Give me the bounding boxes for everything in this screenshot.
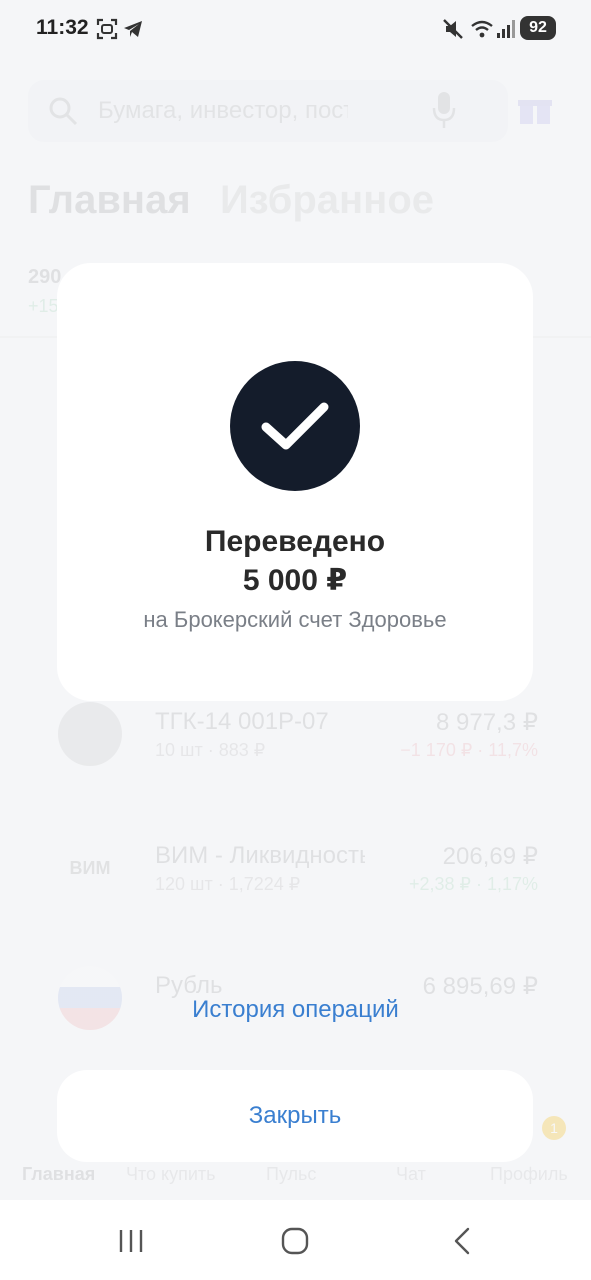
recent-apps-icon[interactable]	[116, 1226, 146, 1256]
status-bar: 11:32 92	[0, 0, 591, 56]
asset-row-vim: ВИМ ВИМ - Ликвидность 120 шт · 1,7224 ₽ …	[0, 836, 591, 916]
home-icon[interactable]	[280, 1226, 310, 1256]
mute-icon	[443, 19, 463, 39]
tab-main: Главная	[28, 178, 191, 222]
asset-logo-vim: ВИМ	[69, 857, 111, 878]
portfolio-change: +15	[28, 296, 59, 316]
nav-item-profile: Профиль	[490, 1164, 568, 1184]
success-check-circle	[230, 361, 360, 491]
asset-change: −1 170 ₽ · 11,7%	[400, 740, 538, 760]
close-button[interactable]: Закрыть	[57, 1070, 533, 1162]
success-amount: 5 000 ₽	[242, 564, 348, 597]
microphone-icon	[432, 92, 456, 128]
asset-value: 8 977,3 ₽	[435, 709, 538, 736]
nav-item-main: Главная	[22, 1164, 96, 1184]
profile-badge: 1	[542, 1116, 566, 1140]
signal-icon	[497, 20, 515, 38]
battery-level: 92	[520, 16, 556, 40]
nav-item-pulse: Пульс	[266, 1164, 317, 1184]
search-placeholder: Бумага, инвестор, пост	[98, 97, 348, 124]
nav-item-chat: Чат	[396, 1164, 426, 1184]
asset-sub: 120 шт · 1,7224 ₽	[155, 874, 301, 894]
portfolio-value: 290	[28, 266, 62, 288]
wifi-icon	[471, 20, 493, 38]
asset-change: +2,38 ₽ · 1,17%	[408, 874, 538, 894]
operations-history-link[interactable]: История операций	[0, 996, 591, 1024]
back-icon[interactable]	[448, 1226, 478, 1256]
search-icon	[49, 97, 78, 126]
success-dialog: Переведено 5 000 ₽ на Брокерский счет Зд…	[57, 263, 533, 701]
success-title: Переведено	[204, 525, 386, 558]
asset-logo-tgk	[58, 702, 122, 766]
telegram-icon	[124, 21, 142, 37]
gift-icon	[518, 100, 552, 124]
asset-value: 206,69 ₽	[442, 843, 538, 870]
tab-favorites: Избранное	[220, 178, 435, 222]
success-description: на Брокерский счет Здоровье	[143, 607, 447, 632]
checkmark-icon	[261, 402, 329, 450]
close-button-label: Закрыть	[248, 1102, 342, 1129]
system-nav-bar	[0, 1200, 591, 1280]
asset-sub: 10 шт · 883 ₽	[155, 740, 266, 760]
asset-name: ВИМ - Ликвидность	[155, 842, 365, 869]
status-time: 11:32	[36, 16, 89, 39]
asset-name: ТГК-14 001Р-07	[155, 708, 329, 735]
nav-item-buy: Что купить	[126, 1164, 216, 1184]
screenshot-icon	[96, 18, 118, 40]
asset-row-tgk: ТГК-14 001Р-07 10 шт · 883 ₽ 8 977,3 ₽ −…	[0, 702, 591, 782]
